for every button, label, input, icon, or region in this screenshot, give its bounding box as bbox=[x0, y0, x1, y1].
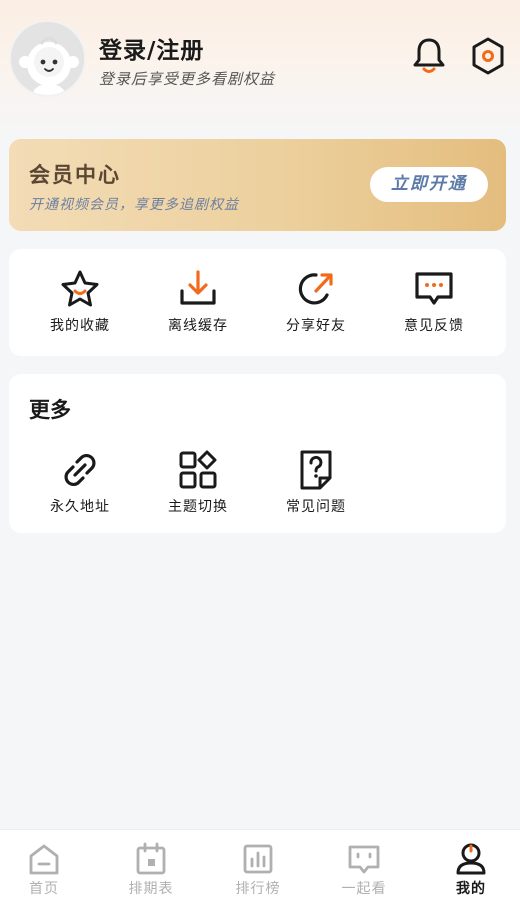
more-section-title: 更多 bbox=[29, 398, 71, 422]
nav-ranking-label: 排行榜 bbox=[235, 881, 281, 897]
offline-cache-item[interactable]: 离线缓存 bbox=[139, 267, 257, 335]
favorites-item[interactable]: 我的收藏 bbox=[21, 267, 139, 335]
nav-profile[interactable]: 我的 bbox=[419, 830, 520, 904]
link-icon bbox=[58, 448, 102, 492]
faq-item[interactable]: 常见问题 bbox=[257, 448, 375, 516]
faq-label: 常见问题 bbox=[286, 499, 346, 515]
faq-icon bbox=[294, 448, 338, 492]
login-subtitle: 登录后享受更多看剧权益 bbox=[99, 70, 276, 88]
nav-home-label: 首页 bbox=[29, 881, 59, 897]
star-icon bbox=[58, 267, 102, 311]
login-register-title[interactable]: 登录/注册 bbox=[99, 31, 204, 65]
nav-schedule-label: 排期表 bbox=[128, 881, 174, 897]
bell-icon[interactable] bbox=[411, 36, 447, 76]
share-icon bbox=[294, 267, 338, 311]
nav-watch-together[interactable]: 一起看 bbox=[312, 830, 416, 904]
open-vip-button[interactable]: 立即开通 bbox=[370, 167, 488, 202]
theme-switch-label: 主题切换 bbox=[168, 499, 228, 515]
watch-together-icon bbox=[347, 842, 381, 876]
permanent-address-item[interactable]: 永久地址 bbox=[21, 448, 139, 516]
profile-icon bbox=[454, 842, 488, 876]
offline-cache-label: 离线缓存 bbox=[168, 318, 228, 334]
favorites-label: 我的收藏 bbox=[50, 318, 110, 334]
feedback-item[interactable]: 意见反馈 bbox=[375, 267, 493, 335]
permanent-address-label: 永久地址 bbox=[50, 499, 110, 515]
ranking-icon bbox=[241, 842, 275, 876]
settings-icon[interactable] bbox=[470, 36, 506, 76]
nav-ranking[interactable]: 排行榜 bbox=[206, 830, 310, 904]
quick-actions-card: 我的收藏 离线缓存 分享好友 意见反馈 bbox=[9, 249, 506, 356]
nav-profile-label: 我的 bbox=[456, 881, 486, 897]
vip-subtitle: 开通视频会员，享更多追剧权益 bbox=[29, 197, 239, 213]
share-friends-label: 分享好友 bbox=[286, 318, 346, 334]
avatar-mascot-icon bbox=[11, 22, 84, 95]
home-icon bbox=[27, 842, 61, 876]
nav-schedule[interactable]: 排期表 bbox=[99, 830, 203, 904]
calendar-icon bbox=[134, 842, 168, 876]
feedback-label: 意见反馈 bbox=[404, 318, 464, 334]
avatar[interactable] bbox=[9, 20, 86, 97]
theme-switch-item[interactable]: 主题切换 bbox=[139, 448, 257, 516]
feedback-icon bbox=[412, 267, 456, 311]
more-card: 更多 永久地址 主题切换 常见问题 bbox=[9, 374, 506, 533]
bottom-navigation: 首页 排期表 排行榜 一起看 我的 bbox=[0, 829, 520, 904]
vip-title: 会员中心 bbox=[29, 163, 121, 187]
share-friends-item[interactable]: 分享好友 bbox=[257, 267, 375, 335]
theme-icon bbox=[176, 448, 220, 492]
nav-home[interactable]: 首页 bbox=[0, 830, 96, 904]
nav-watch-together-label: 一起看 bbox=[341, 881, 387, 897]
user-header: 登录/注册 登录后享受更多看剧权益 bbox=[0, 0, 520, 112]
vip-center-card[interactable]: 会员中心 开通视频会员，享更多追剧权益 立即开通 bbox=[9, 139, 506, 231]
download-icon bbox=[176, 267, 220, 311]
